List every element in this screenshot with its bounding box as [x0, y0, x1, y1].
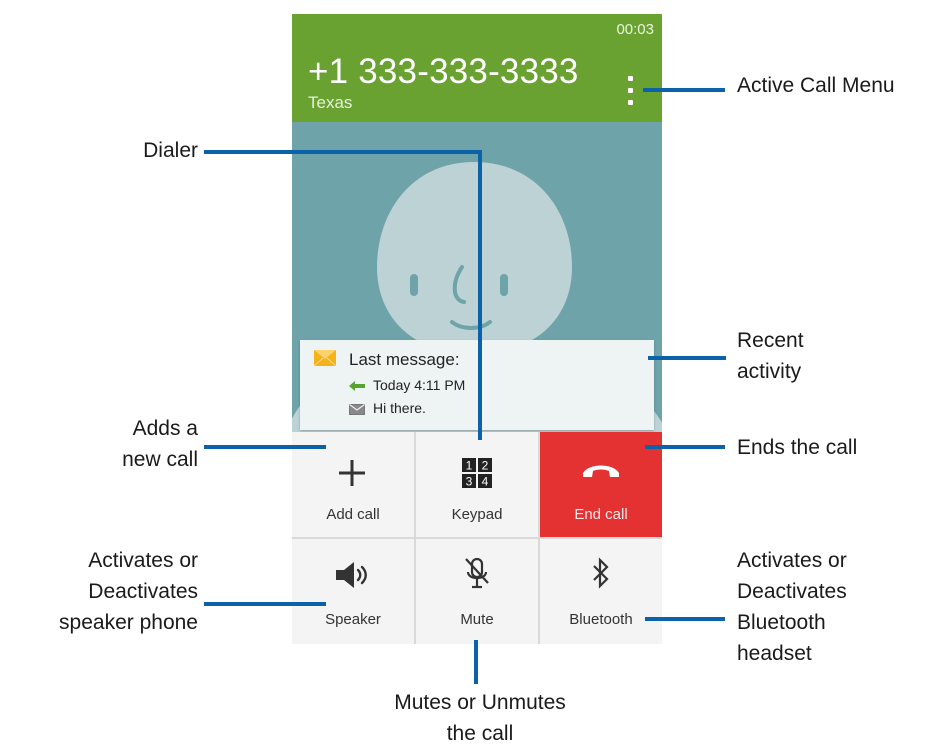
- end-call-line: [645, 445, 725, 449]
- contact-photo: Last message: Today 4:11 PM Hi there.: [292, 122, 662, 440]
- message-text-row: Hi there.: [349, 400, 426, 416]
- envelope-icon: [314, 350, 336, 366]
- callout-bluetooth-line1: Activates or: [737, 549, 847, 572]
- callout-mute: Mutes or Unmutes the call: [340, 687, 620, 749]
- recent-activity-card[interactable]: Last message: Today 4:11 PM Hi there.: [300, 340, 654, 430]
- mute-label: Mute: [460, 611, 494, 628]
- keypad-icon: 1 2 3 4: [462, 458, 492, 488]
- recent-activity-line: [648, 356, 726, 360]
- add-call-label: Add call: [326, 506, 380, 523]
- dialer-line-vertical: [478, 150, 482, 440]
- callout-speaker-line2: Deactivates: [88, 580, 198, 603]
- keypad-digit-2: 2: [482, 459, 489, 473]
- mail-icon: [349, 403, 365, 415]
- speaker-label: Speaker: [325, 611, 381, 628]
- message-time: Today 4:11 PM: [373, 377, 466, 393]
- bluetooth-icon: [593, 557, 609, 589]
- keypad-button[interactable]: 1 2 3 4 Keypad: [416, 432, 538, 537]
- recent-activity-title: Last message:: [349, 350, 460, 369]
- end-call-button[interactable]: End call: [540, 432, 662, 537]
- hang-up-icon: [583, 465, 619, 477]
- call-header: 00:03 +1 333-333-3333 Texas: [292, 14, 662, 122]
- dialer-line-horizontal: [204, 150, 482, 154]
- add-call-line: [204, 445, 326, 449]
- callout-speaker-line3: speaker phone: [59, 611, 198, 634]
- callout-active-call-menu: Active Call Menu: [737, 74, 895, 97]
- call-controls: Add call 1 2 3 4 Keypad End call Speaker…: [292, 432, 662, 644]
- callout-adds-call-line2: new call: [122, 448, 198, 471]
- callout-bluetooth: Activates or Deactivates Bluetooth heads…: [737, 545, 847, 669]
- callout-recent-activity-line1: Recent: [737, 329, 804, 352]
- bluetooth-line: [645, 617, 725, 621]
- message-text: Hi there.: [373, 400, 426, 416]
- callout-dialer: Dialer: [143, 139, 198, 162]
- more-options-icon[interactable]: [625, 76, 635, 110]
- mute-line: [474, 640, 478, 684]
- callout-adds-call: Adds a new call: [60, 413, 198, 475]
- plus-icon: [339, 460, 365, 486]
- call-screen: 00:03 +1 333-333-3333 Texas Last message…: [292, 14, 662, 644]
- keypad-digit-1: 1: [466, 459, 473, 473]
- bluetooth-label: Bluetooth: [569, 611, 633, 628]
- speaker-line: [204, 602, 326, 606]
- active-call-menu-line: [643, 88, 725, 92]
- callout-bluetooth-line2: Deactivates: [737, 580, 847, 603]
- callout-mute-line1: Mutes or Unmutes: [394, 691, 566, 714]
- callout-bluetooth-line3: Bluetooth: [737, 611, 826, 634]
- callout-recent-activity: Recent activity: [737, 325, 804, 387]
- call-timer: 00:03: [616, 21, 654, 38]
- callout-bluetooth-line4: headset: [737, 642, 812, 665]
- callout-mute-line2: the call: [446, 722, 514, 745]
- caller-location: Texas: [308, 93, 353, 112]
- callout-speaker: Activates or Deactivates speaker phone: [10, 545, 198, 638]
- bluetooth-button[interactable]: Bluetooth: [540, 539, 662, 644]
- microphone-mute-icon: [465, 557, 489, 589]
- callout-recent-activity-line2: activity: [737, 360, 802, 383]
- keypad-digit-4: 4: [482, 475, 489, 489]
- phone-number: +1 333-333-3333: [308, 52, 579, 91]
- callout-ends-call: Ends the call: [737, 436, 858, 459]
- incoming-arrow-icon: [349, 381, 365, 392]
- callout-adds-call-line1: Adds a: [132, 417, 198, 440]
- callout-speaker-line1: Activates or: [88, 549, 198, 572]
- mute-button[interactable]: Mute: [416, 539, 538, 644]
- message-time-row: Today 4:11 PM: [349, 377, 465, 393]
- speaker-icon: [336, 562, 367, 588]
- speaker-button[interactable]: Speaker: [292, 539, 414, 644]
- keypad-digit-3: 3: [466, 475, 473, 489]
- end-call-label: End call: [574, 506, 628, 523]
- keypad-label: Keypad: [451, 506, 503, 523]
